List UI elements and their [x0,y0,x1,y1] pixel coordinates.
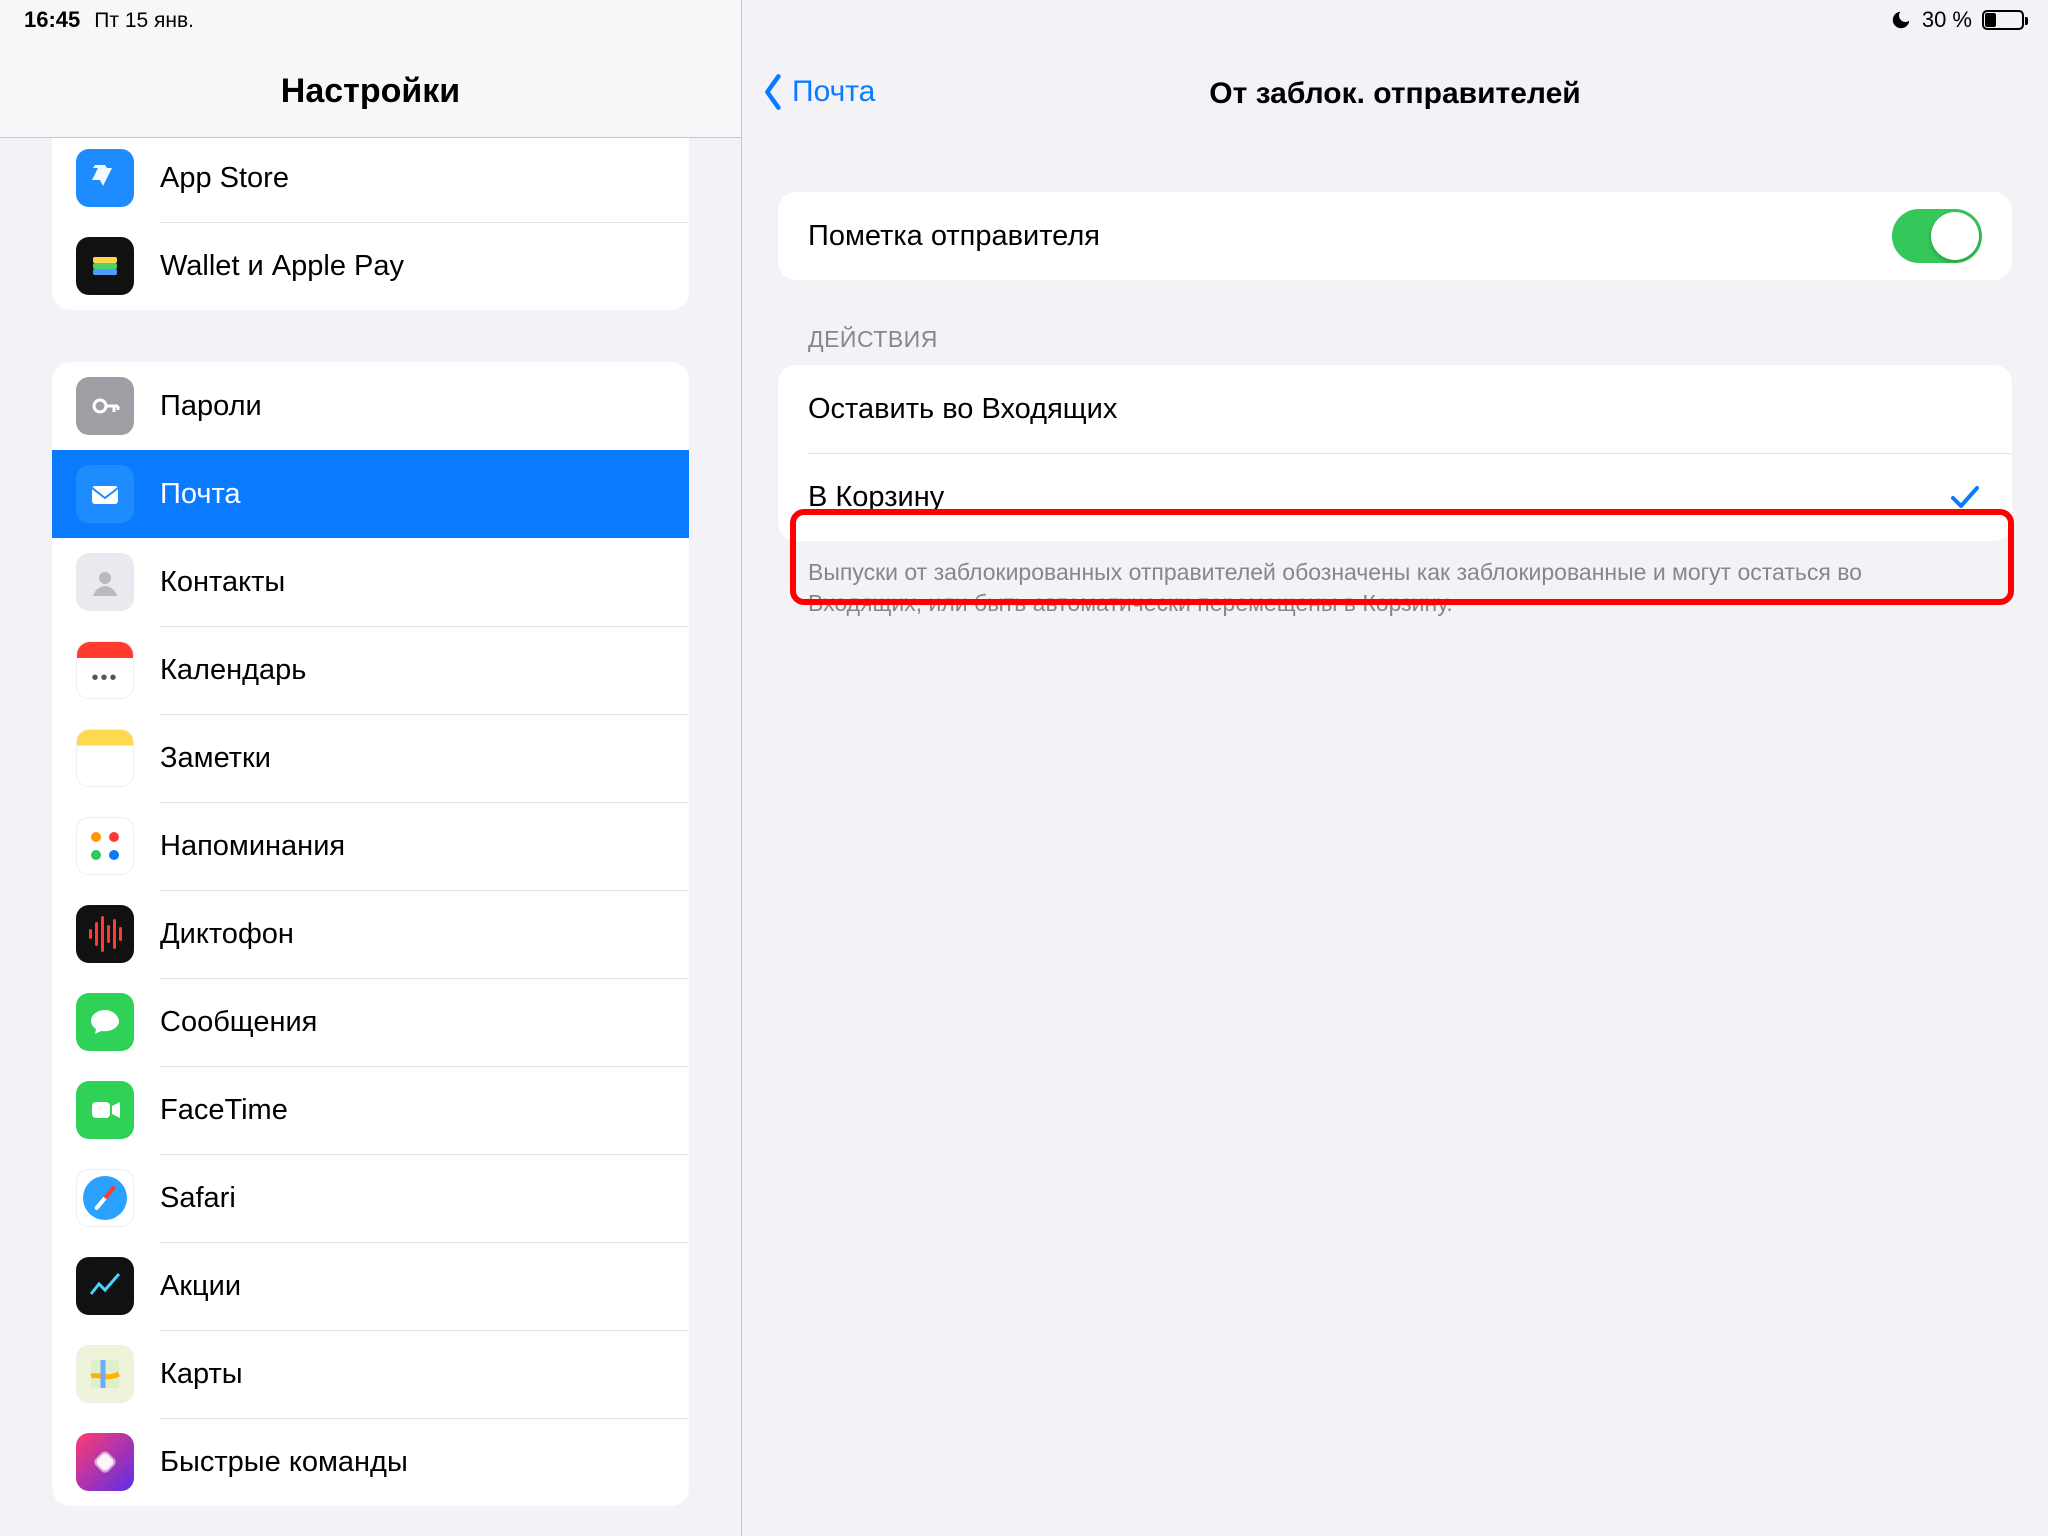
battery-icon [1982,10,2024,30]
sidebar-item-reminders[interactable]: Напоминания [52,802,689,890]
key-icon [76,377,134,435]
detail-title: От заблок. отправителей [742,77,2048,111]
status-date: Пт 15 янв. [94,9,194,33]
sidebar-item-label: Почта [160,478,241,511]
stocks-icon [76,1257,134,1315]
sidebar-item-label: Календарь [160,654,306,687]
sidebar-item-mail[interactable]: Почта [52,450,689,538]
status-bar: 16:45 Пт 15 янв. 30 % [0,0,2048,40]
checkmark-icon [1948,480,1982,514]
mark-sender-label: Пометка отправителя [808,220,1100,253]
mark-sender-toggle[interactable] [1892,209,1982,263]
sidebar-item-label: Быстрые команды [160,1446,408,1479]
back-button-label: Почта [792,75,875,109]
safari-icon [76,1169,134,1227]
contacts-icon [76,553,134,611]
sidebar-item-facetime[interactable]: FaceTime [52,1066,689,1154]
sidebar-item-label: Пароли [160,390,262,423]
sidebar-item-calendar[interactable]: ••• Календарь [52,626,689,714]
reminders-icon [76,817,134,875]
sidebar-group-apps: Пароли Почта Контакты ••• [52,362,689,1506]
action-leave-inbox[interactable]: Оставить во Входящих [778,365,2012,453]
mail-icon [76,465,134,523]
sidebar-item-safari[interactable]: Safari [52,1154,689,1242]
sidebar-item-label: Диктофон [160,918,294,951]
action-leave-inbox-label: Оставить во Входящих [808,393,1117,426]
actions-section-label: ДЕЙСТВИЯ [808,326,2012,353]
sidebar-item-notes[interactable]: Заметки [52,714,689,802]
appstore-icon [76,149,134,207]
sidebar-item-contacts[interactable]: Контакты [52,538,689,626]
battery-percent: 30 % [1922,7,1972,33]
back-button[interactable]: Почта [760,73,875,111]
sidebar-item-label: Напоминания [160,830,345,863]
sidebar-item-stocks[interactable]: Акции [52,1242,689,1330]
mark-sender-card: Пометка отправителя [778,192,2012,280]
sidebar-item-label: Safari [160,1182,236,1215]
status-time: 16:45 [24,7,80,33]
sidebar-item-shortcuts[interactable]: Быстрые команды [52,1418,689,1506]
wallet-icon [76,237,134,295]
maps-icon [76,1345,134,1403]
sidebar-item-label: Сообщения [160,1006,317,1039]
notes-icon [76,729,134,787]
calendar-icon: ••• [76,641,134,699]
messages-icon [76,993,134,1051]
shortcuts-icon [76,1433,134,1491]
actions-card: Оставить во Входящих В Корзину [778,365,2012,541]
do-not-disturb-icon [1890,9,1912,31]
sidebar-item-appstore[interactable]: App Store [52,138,689,222]
sidebar-item-label: Акции [160,1270,241,1303]
sidebar-title: Настройки [281,72,460,111]
voice-memos-icon [76,905,134,963]
sidebar-item-label: Заметки [160,742,271,775]
sidebar-item-passwords[interactable]: Пароли [52,362,689,450]
sidebar-item-maps[interactable]: Карты [52,1330,689,1418]
sidebar-item-label: FaceTime [160,1094,288,1127]
action-move-to-trash[interactable]: В Корзину [778,453,2012,541]
settings-sidebar: Настройки App Store Wallet и Apple Pay [0,0,742,1536]
detail-pane: Почта От заблок. отправителей Пометка от… [742,0,2048,1536]
sidebar-item-voice-memos[interactable]: Диктофон [52,890,689,978]
sidebar-item-messages[interactable]: Сообщения [52,978,689,1066]
sidebar-item-label: Wallet и Apple Pay [160,250,404,283]
sidebar-item-label: Карты [160,1358,243,1391]
sidebar-item-wallet[interactable]: Wallet и Apple Pay [52,222,689,310]
sidebar-item-label: Контакты [160,566,285,599]
actions-footer-note: Выпуски от заблокированных отправителей … [808,557,1982,619]
sidebar-item-label: App Store [160,162,289,195]
sidebar-group-store: App Store Wallet и Apple Pay [52,138,689,310]
facetime-icon [76,1081,134,1139]
action-move-to-trash-label: В Корзину [808,481,944,514]
mark-sender-row[interactable]: Пометка отправителя [778,192,2012,280]
